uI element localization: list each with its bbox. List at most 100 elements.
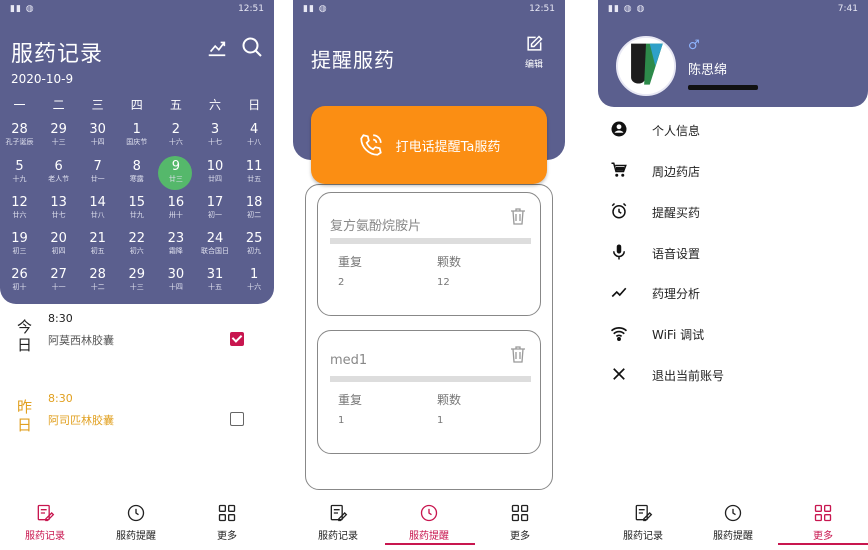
calendar-day[interactable]: 29 十三: [117, 267, 156, 292]
clock-icon: [127, 504, 145, 522]
weekday-label: 六: [208, 98, 221, 112]
status-bar: ▮▮ ◍ ◍ 7:41: [598, 0, 868, 18]
lunar-label: 孔子诞辰: [5, 138, 34, 146]
more-screen: ▮▮ ◍ ◍ 7:41 ♂ 陈思绵 个人信息 周边药店 提醒买药 语音设置 药理: [598, 0, 868, 550]
trash-icon[interactable]: [510, 345, 526, 363]
gender-icon: ♂: [688, 38, 700, 53]
calendar-day[interactable]: 15 廿九: [117, 195, 156, 220]
call-reminder-button[interactable]: 打电话提醒Ta服药: [311, 106, 547, 184]
taken-checkbox[interactable]: [230, 412, 244, 426]
clock-icon: [724, 504, 742, 522]
calendar-day[interactable]: 16 卅十: [156, 195, 195, 220]
calendar-day[interactable]: 25 初九: [235, 231, 274, 256]
calendar-day[interactable]: 2 十六: [156, 122, 195, 147]
page-title: 提醒服药: [311, 48, 395, 72]
day-number: 30: [167, 267, 185, 282]
calendar-day[interactable]: 26 初十: [0, 267, 39, 292]
day-number: 17: [206, 195, 224, 210]
calendar-day[interactable]: 30 十四: [156, 267, 195, 292]
taken-checkbox[interactable]: [230, 332, 244, 346]
day-number: 30: [89, 122, 106, 137]
lunar-label: 初四: [51, 247, 66, 255]
calendar-day[interactable]: 20 初四: [39, 231, 78, 256]
calendar-day[interactable]: 27 十一: [39, 267, 78, 292]
day-number: 31: [206, 267, 224, 282]
nav-more[interactable]: 更多: [187, 503, 267, 542]
lunar-label: 十六: [168, 138, 183, 146]
day-number: 12: [11, 195, 28, 210]
calendar-day[interactable]: 30 十四: [78, 122, 117, 147]
lunar-label: 十九: [12, 175, 27, 183]
calendar-day[interactable]: 19 初三: [0, 231, 39, 256]
calendar-day[interactable]: 24 联合国日: [196, 231, 235, 256]
menu-wifi[interactable]: WiFi 调试: [598, 314, 868, 354]
lunar-label: 廿一: [90, 175, 105, 183]
medicine-card[interactable]: med1 重复 颗数 1 1: [317, 330, 541, 454]
calendar-day[interactable]: 29 十三: [39, 122, 78, 147]
repeat-label: 重复: [338, 393, 363, 407]
calendar-day[interactable]: 3 十七: [196, 122, 235, 147]
mic-icon: [613, 244, 625, 260]
calendar-day[interactable]: 17 初一: [196, 195, 235, 220]
calendar-day[interactable]: 28 十二: [78, 267, 117, 292]
menu-profile[interactable]: 个人信息: [598, 110, 868, 150]
calendar-day[interactable]: 14 廿八: [78, 195, 117, 220]
nav-records[interactable]: 服药记录: [603, 503, 683, 542]
calendar-day[interactable]: 12 廿六: [0, 195, 39, 220]
menu-logout[interactable]: 退出当前账号: [598, 355, 868, 395]
calendar-day[interactable]: 1 十六: [235, 267, 274, 292]
close-icon: [613, 368, 625, 380]
calendar-day[interactable]: 6 老人节: [39, 159, 78, 184]
nav-label: 更多: [510, 531, 530, 542]
status-time: 12:51: [529, 4, 555, 14]
nav-more[interactable]: 更多: [783, 503, 863, 542]
calendar-day[interactable]: 18 初二: [235, 195, 274, 220]
calendar-day[interactable]: 11 廿五: [235, 159, 274, 184]
menu-label: 退出当前账号: [652, 369, 725, 383]
calendar-day[interactable]: 13 廿七: [39, 195, 78, 220]
search-icon[interactable]: [240, 35, 264, 59]
nav-more[interactable]: 更多: [480, 503, 560, 542]
calendar-day[interactable]: 21 初五: [78, 231, 117, 256]
menu-pharmacy[interactable]: 周边药店: [598, 151, 868, 191]
medicine-card[interactable]: 复方氨酚烷胺片 重复 颗数 2 12: [317, 192, 541, 316]
record-day-label: 今日: [17, 318, 33, 354]
lunar-label: 十五: [208, 283, 222, 291]
calendar-day[interactable]: 5 十九: [0, 159, 39, 184]
menu-analysis[interactable]: 药理分析: [598, 273, 868, 313]
menu-buy-reminder[interactable]: 提醒买药: [598, 192, 868, 232]
user-name: 陈思绵: [688, 63, 728, 78]
trend-icon: [611, 287, 627, 298]
edit-icon: [527, 35, 543, 51]
calendar-day[interactable]: 10 廿四: [196, 159, 235, 184]
lunar-label: 初五: [90, 247, 105, 255]
calendar-day[interactable]: 1 国庆节: [117, 122, 156, 147]
trash-icon[interactable]: [510, 207, 526, 225]
calendar-day-selected[interactable]: 9 廿三: [156, 156, 195, 190]
day-number: 1: [249, 267, 259, 282]
calendar-day[interactable]: 7 廿一: [78, 159, 117, 184]
calendar-day[interactable]: 8 寒露: [117, 159, 156, 184]
avatar[interactable]: [616, 36, 676, 96]
nav-remind[interactable]: 服药提醒: [693, 503, 773, 542]
edit-button[interactable]: 编辑: [519, 34, 549, 70]
lunar-label: 国庆节: [126, 138, 148, 146]
lunar-label: 初十: [12, 283, 27, 291]
nav-label: 服药提醒: [713, 531, 753, 542]
calendar-day[interactable]: 4 十八: [235, 122, 274, 147]
calendar-day[interactable]: 31 十五: [196, 267, 235, 292]
active-tab-indicator: [385, 543, 475, 545]
nav-remind[interactable]: 服药提醒: [389, 503, 469, 542]
calendar-day[interactable]: 28 孔子诞辰: [0, 122, 39, 147]
calendar-day[interactable]: 23 霜降: [156, 231, 195, 256]
calendar-day[interactable]: 22 初六: [117, 231, 156, 256]
nav-records[interactable]: 服药记录: [5, 503, 85, 542]
nav-records[interactable]: 服药记录: [298, 503, 378, 542]
lunar-label: 十六: [247, 283, 262, 291]
logo-avatar-icon: [618, 38, 674, 94]
chart-icon[interactable]: [206, 36, 228, 58]
cart-icon: [611, 162, 627, 177]
menu-voice[interactable]: 语音设置: [598, 233, 868, 273]
count-label: 颗数: [437, 255, 462, 269]
nav-remind[interactable]: 服药提醒: [96, 503, 176, 542]
